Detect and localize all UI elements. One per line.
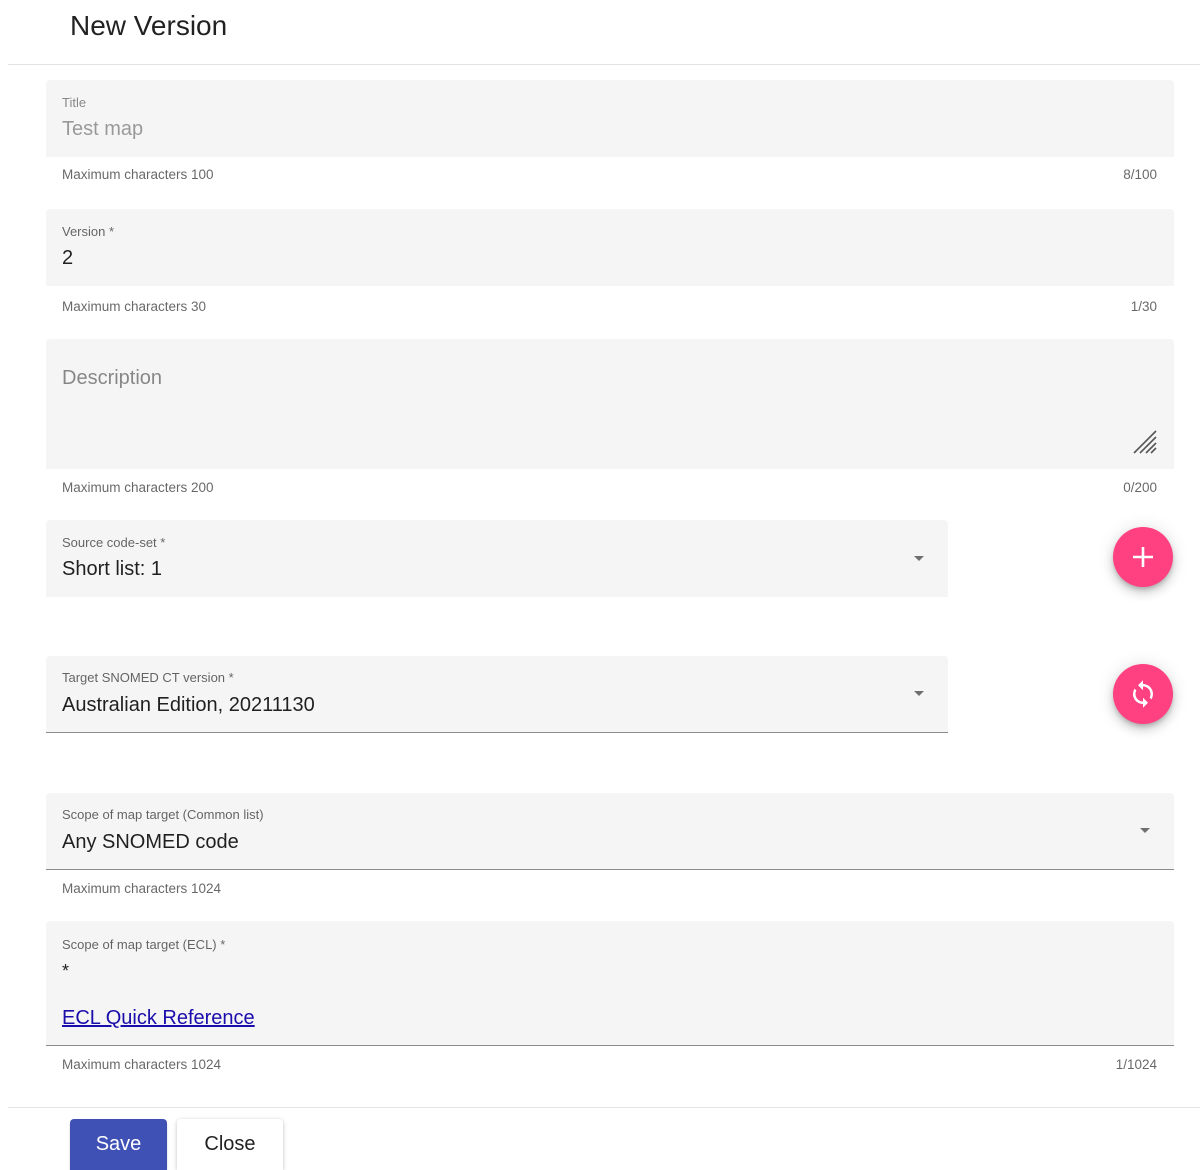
- scope-ecl-hint: Maximum characters 1024: [62, 1057, 222, 1072]
- target-snomed-version-select[interactable]: Target SNOMED CT version * Australian Ed…: [46, 656, 948, 733]
- scope-common-list-label: Scope of map target (Common list): [62, 807, 264, 822]
- scope-ecl-value[interactable]: *: [62, 961, 69, 982]
- version-field-value[interactable]: 2: [62, 247, 73, 270]
- version-field[interactable]: Version * 2: [46, 209, 1174, 286]
- target-snomed-version-label: Target SNOMED CT version *: [62, 670, 234, 685]
- close-button[interactable]: Close: [177, 1119, 283, 1170]
- description-placeholder: Description: [62, 367, 163, 389]
- resize-handle-icon[interactable]: [1130, 427, 1158, 455]
- scope-common-list-hint: Maximum characters 1024: [62, 881, 222, 896]
- save-button[interactable]: Save: [70, 1119, 167, 1170]
- title-divider: [8, 64, 1200, 65]
- sync-icon: [1133, 680, 1153, 708]
- version-hint: Maximum characters 30: [62, 299, 207, 314]
- title-hint: Maximum characters 100: [62, 167, 214, 182]
- version-field-label: Version *: [62, 224, 115, 239]
- chevron-down-icon: [914, 556, 924, 561]
- chevron-down-icon: [1140, 828, 1150, 833]
- title-field-label: Title: [62, 95, 87, 110]
- add-code-set-button[interactable]: [1113, 527, 1173, 587]
- description-hint: Maximum characters 200: [62, 480, 214, 495]
- plus-icon: [1133, 547, 1153, 567]
- scope-common-list-select[interactable]: Scope of map target (Common list) Any SN…: [46, 793, 1174, 870]
- title-field[interactable]: Title Test map: [46, 80, 1174, 157]
- refresh-versions-button[interactable]: [1113, 664, 1173, 724]
- scope-common-list-value: Any SNOMED code: [62, 831, 239, 853]
- description-counter: 0/200: [1123, 480, 1157, 495]
- footer-divider: [8, 1107, 1200, 1108]
- scope-ecl-counter: 1/1024: [1115, 1057, 1157, 1072]
- chevron-down-icon: [914, 691, 924, 696]
- scope-ecl-label: Scope of map target (ECL) *: [62, 937, 226, 952]
- source-code-set-label: Source code-set *: [62, 535, 166, 550]
- version-counter: 1/30: [1130, 299, 1157, 314]
- title-counter: 8/100: [1123, 167, 1157, 182]
- title-field-value[interactable]: Test map: [62, 118, 143, 141]
- ecl-quick-reference-link[interactable]: ECL Quick Reference: [62, 1007, 255, 1030]
- source-code-set-select[interactable]: Source code-set * Short list: 1: [46, 520, 948, 597]
- scope-ecl-field[interactable]: Scope of map target (ECL) * * ECL Quick …: [46, 921, 1174, 1046]
- description-field[interactable]: Description: [46, 339, 1174, 469]
- source-code-set-value: Short list: 1: [62, 558, 163, 580]
- target-snomed-version-value: Australian Edition, 20211130: [62, 694, 315, 716]
- dialog-title: New Version: [70, 10, 228, 41]
